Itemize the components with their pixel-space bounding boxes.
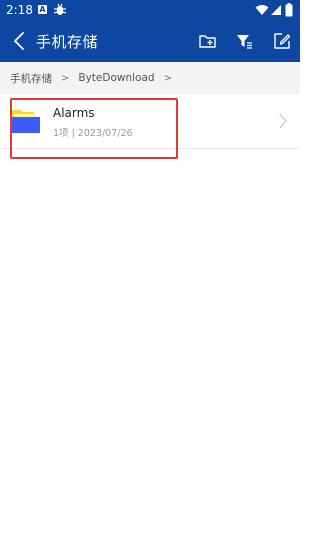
signal-icon <box>271 5 281 15</box>
breadcrumb-item-phone-storage[interactable]: 手机存储 <box>10 71 52 86</box>
chevron-right-icon <box>279 113 287 129</box>
page-title: 手机存储 <box>36 33 99 51</box>
new-folder-icon[interactable] <box>198 31 218 51</box>
wifi-icon <box>255 5 269 15</box>
list-item[interactable]: Alarms 1项 | 2023/07/26 <box>0 94 300 149</box>
breadcrumb-separator: > <box>163 72 172 84</box>
notification-a-icon: A <box>38 5 47 14</box>
filter-icon[interactable] <box>234 31 254 51</box>
app-bar: 手机存储 <box>0 20 300 62</box>
breadcrumb: 手机存储 > ByteDownload > <box>0 62 300 94</box>
status-time: 2:18 <box>6 3 33 17</box>
breadcrumb-item-bytedownload[interactable]: ByteDownload <box>78 72 154 84</box>
file-meta: 1项 | 2023/07/26 <box>53 128 133 139</box>
back-arrow-icon[interactable] <box>10 30 30 52</box>
file-name: Alarms <box>53 106 95 120</box>
debug-bug-icon <box>53 3 67 15</box>
status-bar: 2:18 A <box>0 0 300 20</box>
edit-icon[interactable] <box>272 31 292 51</box>
battery-icon <box>285 3 293 17</box>
folder-icon <box>11 110 40 133</box>
breadcrumb-separator: > <box>61 72 70 84</box>
